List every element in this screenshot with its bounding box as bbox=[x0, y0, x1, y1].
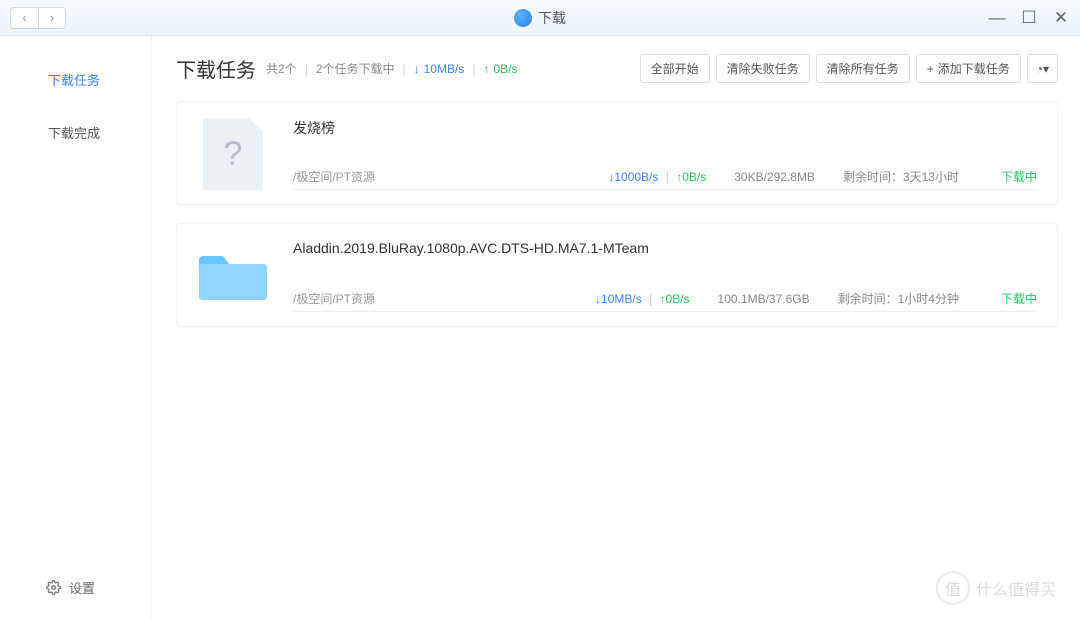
task-name: Aladdin.2019.BluRay.1080p.AVC.DTS-HD.MA7… bbox=[293, 240, 1037, 256]
task-meta: /极空间/PT资源 ↓10MB/s | ↑0B/s 100.1MB/37.6GB… bbox=[293, 290, 1037, 312]
maximize-button[interactable]: ☐ bbox=[1020, 8, 1038, 28]
task-info: 发烧榜 /极空间/PT资源 ↓1000B/s | ↑0B/s 30KB/292.… bbox=[293, 118, 1037, 190]
task-meta: /极空间/PT资源 ↓1000B/s | ↑0B/s 30KB/292.8MB … bbox=[293, 168, 1037, 190]
arrow-down-icon: ↓ bbox=[414, 62, 420, 76]
globe-icon bbox=[514, 9, 532, 27]
clear-failed-button[interactable]: 清除失败任务 bbox=[716, 54, 810, 83]
task-down-speed: 10MB/s bbox=[601, 292, 642, 306]
page-stats: 共2个 | 2个任务下载中 | ↓ 10MB/s | ↑ 0B/s bbox=[266, 60, 517, 77]
global-up-speed: 0B/s bbox=[493, 62, 517, 76]
task-size: 100.1MB/37.6GB bbox=[718, 292, 810, 306]
task-eta: 剩余时间：3天13小时 bbox=[843, 168, 959, 185]
plus-icon: + bbox=[927, 62, 934, 76]
titlebar: ‹ › 下载 — ☐ ✕ bbox=[0, 0, 1080, 36]
task-status: 下载中 bbox=[1001, 168, 1037, 185]
task-speeds: ↓10MB/s | ↑0B/s bbox=[595, 292, 690, 306]
global-down-speed: 10MB/s bbox=[424, 62, 465, 76]
task-up-speed: 0B/s bbox=[682, 170, 706, 184]
start-all-button[interactable]: 全部开始 bbox=[640, 54, 710, 83]
button-label: 全部开始 bbox=[651, 60, 699, 77]
add-task-button[interactable]: + 添加下载任务 bbox=[916, 54, 1021, 83]
task-path: /极空间/PT资源 bbox=[293, 290, 375, 307]
gear-icon bbox=[46, 580, 61, 595]
chevron-left-icon: ‹ bbox=[22, 10, 26, 25]
minimize-button[interactable]: — bbox=[988, 8, 1006, 28]
nav-arrows: ‹ › bbox=[10, 7, 66, 29]
task-row[interactable]: Aladdin.2019.BluRay.1080p.AVC.DTS-HD.MA7… bbox=[176, 223, 1058, 327]
sidebar-item-completed[interactable]: 下载完成 bbox=[0, 113, 151, 152]
sidebar-item-settings[interactable]: 设置 bbox=[0, 568, 151, 607]
sidebar-item-label: 下载任务 bbox=[48, 73, 100, 88]
task-active: 2个任务下载中 bbox=[316, 60, 395, 77]
task-up-speed: 0B/s bbox=[666, 292, 690, 306]
sidebar: 下载任务 下载完成 设置 bbox=[0, 36, 152, 619]
sidebar-item-label: 下载完成 bbox=[48, 126, 100, 141]
sidebar-item-tasks[interactable]: 下载任务 bbox=[0, 60, 151, 99]
task-status: 下载中 bbox=[1001, 290, 1037, 307]
task-eta: 剩余时间：1小时4分钟 bbox=[838, 290, 959, 307]
chevron-right-icon: › bbox=[50, 10, 54, 25]
gauge-icon: ◔▾ bbox=[1036, 62, 1049, 76]
speed-limit-button[interactable]: ◔▾ bbox=[1027, 54, 1058, 83]
sidebar-item-label: 设置 bbox=[69, 578, 95, 597]
nav-forward-button[interactable]: › bbox=[38, 7, 66, 29]
window-controls: — ☐ ✕ bbox=[988, 8, 1070, 28]
task-thumbnail bbox=[197, 240, 269, 312]
arrow-up-icon: ↑ bbox=[483, 62, 489, 76]
task-size: 30KB/292.8MB bbox=[734, 170, 815, 184]
folder-icon bbox=[197, 244, 269, 309]
page-header: 下载任务 共2个 | 2个任务下载中 | ↓ 10MB/s | ↑ 0B/s 全… bbox=[176, 54, 1058, 83]
task-info: Aladdin.2019.BluRay.1080p.AVC.DTS-HD.MA7… bbox=[293, 240, 1037, 312]
task-down-speed: 1000B/s bbox=[614, 170, 658, 184]
task-row[interactable]: ? 发烧榜 /极空间/PT资源 ↓1000B/s | ↑0B/s 30KB/29… bbox=[176, 101, 1058, 205]
task-path: /极空间/PT资源 bbox=[293, 168, 375, 185]
unknown-file-icon: ? bbox=[203, 118, 263, 190]
task-speeds: ↓1000B/s | ↑0B/s bbox=[608, 170, 706, 184]
nav-back-button[interactable]: ‹ bbox=[10, 7, 38, 29]
window-title-text: 下载 bbox=[538, 8, 566, 28]
button-label: 清除所有任务 bbox=[827, 60, 899, 77]
main-content: 下载任务 共2个 | 2个任务下载中 | ↓ 10MB/s | ↑ 0B/s 全… bbox=[152, 36, 1080, 619]
button-label: 添加下载任务 bbox=[938, 60, 1010, 77]
task-total: 共2个 bbox=[266, 60, 297, 77]
window-title: 下载 bbox=[514, 8, 566, 28]
clear-all-button[interactable]: 清除所有任务 bbox=[816, 54, 910, 83]
button-label: 清除失败任务 bbox=[727, 60, 799, 77]
task-thumbnail: ? bbox=[197, 118, 269, 190]
task-name: 发烧榜 bbox=[293, 118, 1037, 138]
page-title: 下载任务 bbox=[176, 54, 256, 83]
close-button[interactable]: ✕ bbox=[1052, 8, 1070, 28]
toolbar: 全部开始 清除失败任务 清除所有任务 + 添加下载任务 ◔▾ bbox=[640, 54, 1058, 83]
